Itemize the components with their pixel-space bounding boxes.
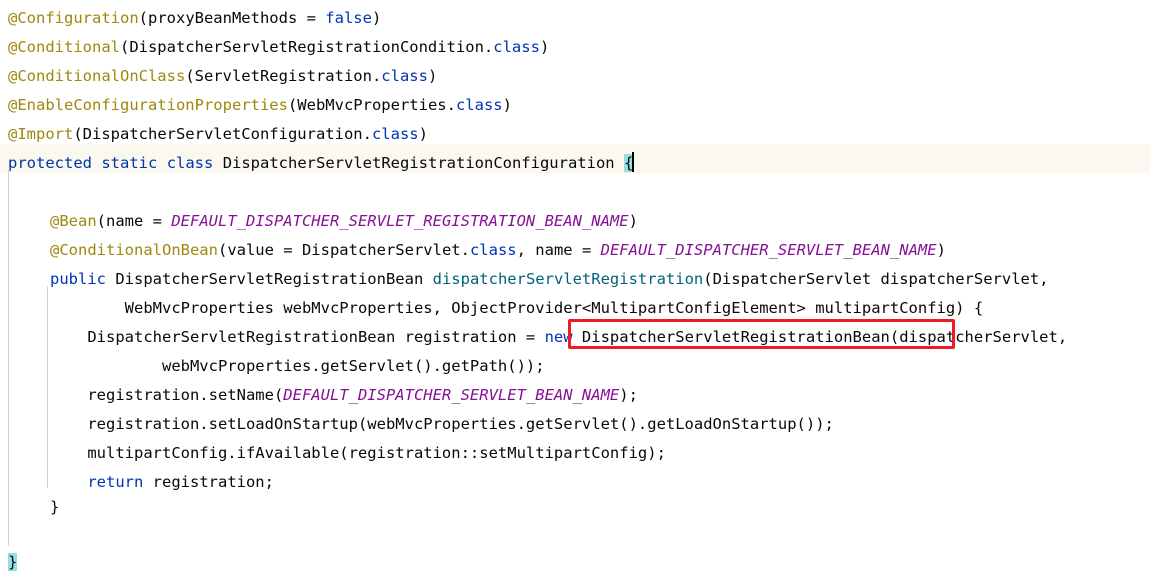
code-token: new [544, 328, 573, 346]
code-token: DEFAULT_DISPATCHER_SERVLET_REGISTRATION_… [171, 212, 629, 230]
code-token: DEFAULT_DISPATCHER_SERVLET_BEAN_NAME [283, 386, 620, 404]
class-body-guide [8, 170, 9, 546]
code-token: class [493, 38, 540, 56]
code-line[interactable]: public DispatcherServletRegistrationBean… [50, 265, 1049, 294]
code-token: ) [371, 9, 382, 27]
code-token: class [371, 125, 419, 143]
code-token: registration.setLoadOnStartup(webMvcProp… [50, 415, 834, 433]
code-token: @Configuration [8, 9, 139, 27]
code-token: webMvcProperties.getServlet().getPath())… [50, 357, 545, 375]
code-line[interactable]: @ConditionalOnBean(value = DispatcherSer… [50, 236, 946, 265]
method-body-guide [47, 286, 48, 488]
code-line[interactable]: WebMvcProperties webMvcProperties, Objec… [50, 294, 984, 323]
code-line[interactable]: DispatcherServletRegistrationBean regist… [50, 323, 1067, 352]
code-line[interactable]: @Configuration(proxyBeanMethods = false) [8, 4, 381, 33]
code-token: class [455, 96, 503, 114]
code-token: DispatcherServletRegistrationBean [106, 270, 433, 288]
code-token: @EnableConfigurationProperties [8, 96, 288, 114]
code-token: (DispatcherServletConfiguration. [73, 125, 372, 143]
code-editor-viewport[interactable]: @Configuration(proxyBeanMethods = false)… [0, 0, 1150, 581]
code-token: ) [418, 125, 428, 143]
code-line[interactable]: webMvcProperties.getServlet().getPath())… [50, 352, 545, 381]
code-line[interactable]: } [50, 493, 59, 522]
code-token: (proxyBeanMethods = [138, 9, 326, 27]
code-line[interactable]: @Bean(name = DEFAULT_DISPATCHER_SERVLET_… [50, 207, 638, 236]
code-token: false [325, 9, 372, 27]
code-token: class [166, 154, 214, 172]
code-token: ) [936, 241, 946, 259]
code-token: multipartConfig.ifAvailable(registration… [50, 444, 666, 462]
code-token: WebMvcProperties webMvcProperties, Objec… [50, 299, 984, 317]
code-line[interactable]: protected static class DispatcherServlet… [8, 149, 635, 178]
code-token: protected [8, 154, 92, 172]
code-line[interactable]: } [8, 548, 18, 577]
code-line[interactable]: @EnableConfigurationProperties(WebMvcPro… [8, 91, 512, 120]
code-token: @Import [8, 125, 74, 143]
code-line[interactable]: @Conditional(DispatcherServletRegistrati… [8, 33, 549, 62]
code-token: return [87, 473, 144, 491]
code-token: registration.setName( [50, 386, 284, 404]
code-token: ) [427, 67, 438, 85]
code-token: DispatcherServletRegistrationBean(dispat… [572, 328, 1068, 346]
code-token: } [50, 498, 60, 516]
code-token: dispatcherServletRegistration [432, 270, 704, 288]
code-token: @ConditionalOnClass [8, 67, 186, 85]
code-token: } [8, 553, 18, 571]
code-token: (ServletRegistration. [185, 67, 382, 85]
code-line[interactable]: @ConditionalOnClass(ServletRegistration.… [8, 62, 437, 91]
code-token: ) [502, 96, 512, 114]
code-token: ) [539, 38, 550, 56]
code-line[interactable]: @Import(DispatcherServletConfiguration.c… [8, 120, 428, 149]
text-caret [632, 152, 635, 172]
code-token: static [101, 154, 158, 172]
code-token: (DispatcherServletRegistrationCondition. [119, 38, 494, 56]
code-token: ); [619, 386, 638, 404]
code-token: (value = DispatcherServlet. [217, 241, 470, 259]
code-token: DispatcherServletRegistrationBean regist… [50, 328, 545, 346]
code-token: registration; [143, 473, 274, 491]
code-line[interactable]: registration.setName(DEFAULT_DISPATCHER_… [50, 381, 638, 410]
code-line[interactable]: multipartConfig.ifAvailable(registration… [50, 439, 666, 468]
code-token: class [381, 67, 428, 85]
code-token: DispatcherServletRegistrationConfigurati… [213, 154, 624, 172]
code-line[interactable]: registration.setLoadOnStartup(webMvcProp… [50, 410, 834, 439]
code-token: public [50, 270, 106, 288]
code-token: @Conditional [8, 38, 120, 56]
code-line[interactable]: return registration; [50, 468, 274, 497]
code-token: @ConditionalOnBean [50, 241, 218, 259]
code-token: DEFAULT_DISPATCHER_SERVLET_BEAN_NAME [600, 241, 937, 259]
code-token: class [469, 241, 517, 259]
code-token: @Bean [50, 212, 97, 230]
code-token: (DispatcherServlet dispatcherServlet, [703, 270, 1049, 288]
code-token: (WebMvcProperties. [287, 96, 456, 114]
code-token: (name = [96, 212, 172, 230]
code-token: , name = [516, 241, 601, 259]
code-token: ) [628, 212, 638, 230]
